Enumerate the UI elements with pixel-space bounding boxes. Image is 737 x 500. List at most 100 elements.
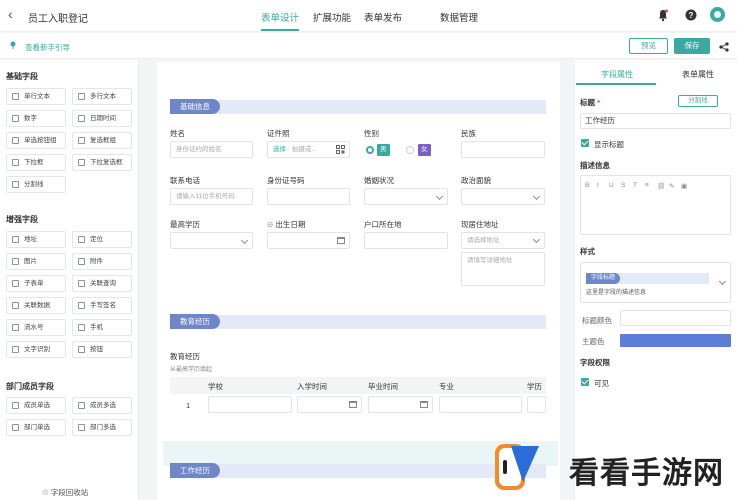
enhanced-field-3[interactable]: 附件 [72,253,132,270]
preview-button[interactable]: 预览 [629,38,668,54]
gender-female-radio[interactable] [406,146,414,154]
title-color-picker[interactable] [620,310,731,326]
section-basic-title[interactable]: 基础信息 [170,99,220,114]
political-select[interactable] [461,188,545,205]
field-label: 文字识别 [24,346,50,353]
bell-icon[interactable] [656,8,670,22]
tab-form-props[interactable]: 表单属性 [682,69,714,80]
enhanced-field-0[interactable]: 地址 [6,231,66,248]
basic-field-5[interactable]: 复选框组 [72,132,132,149]
enhanced-field-4[interactable]: 子表单 [6,275,66,292]
enhanced-field-7[interactable]: 手写签名 [72,297,132,314]
editor-tool-icon[interactable]: T [633,182,637,189]
name-input[interactable]: 身份证约的姓名 [170,141,253,158]
calendar-icon [337,237,345,244]
editor-tool-icon[interactable]: B [585,182,589,189]
idcard-input[interactable] [267,188,350,205]
theme-color-swatch[interactable] [620,334,731,347]
school-input[interactable] [208,396,292,413]
visible-checkbox[interactable] [581,378,589,386]
field-type-icon [78,324,85,331]
edu-select[interactable] [170,232,253,249]
editor-tool-icon[interactable]: ≡ [645,182,649,189]
enhanced-field-6[interactable]: 关联数据 [6,297,66,314]
dept-field-2[interactable]: 部门单选 [6,419,66,436]
col-start: 入学时间 [297,382,327,391]
save-button[interactable]: 保存 [674,38,710,54]
marital-select[interactable] [364,188,448,205]
style-select[interactable]: 字段标题 这里是字段的描述信息 [580,262,731,303]
ethnic-label: 民族 [461,129,476,138]
photo-upload[interactable]: 选择 拍摄或... [267,141,350,158]
style-label: 样式 [580,247,595,256]
guide-link[interactable]: 查看新手引导 [25,42,70,53]
show-title-checkbox[interactable] [581,139,589,147]
section-work-title[interactable]: 工作经历 [170,463,220,478]
title-input[interactable]: 工作经历 [580,113,731,129]
divider-type-button[interactable]: 分割线 [678,95,718,107]
section-edu-title[interactable]: 教育经历 [170,314,220,329]
enhanced-field-9[interactable]: 手机 [72,319,132,336]
basic-field-7[interactable]: 下拉复选框 [72,154,132,171]
end-date-input[interactable] [368,396,433,413]
enhanced-field-8[interactable]: 流水号 [6,319,66,336]
field-type-icon [78,280,85,287]
degree-input[interactable] [527,396,546,413]
recycle-bin-link[interactable]: ♲ 字段回收站 [42,487,88,498]
hukou-input[interactable] [364,232,448,249]
recycle-bin-label: 字段回收站 [50,488,89,497]
tab-form-design[interactable]: 表单设计 [261,10,299,24]
dept-fields-title: 部门成员字段 [6,382,54,391]
tab-extensions[interactable]: 扩展功能 [313,10,351,24]
enhanced-field-1[interactable]: 定位 [72,231,132,248]
tab-publish[interactable]: 表单发布 [364,10,402,24]
editor-tool-icon[interactable]: U [609,182,614,189]
tab-data-management[interactable]: 数据管理 [440,10,478,24]
basic-field-8[interactable]: 分割线 [6,176,66,193]
enhanced-field-2[interactable]: 图片 [6,253,66,270]
ethnic-input[interactable] [461,141,545,158]
editor-tool-icon[interactable]: S [621,182,625,189]
gender-male-radio[interactable] [366,146,374,154]
gender-label: 性别 [364,129,379,138]
field-label: 关联查询 [90,280,116,287]
basic-field-4[interactable]: 单选按钮组 [6,132,66,149]
political-label: 政治面貌 [461,176,491,185]
dept-field-3[interactable]: 部门多选 [72,419,132,436]
address-detail-input[interactable]: 请填写详细地址 [461,252,545,286]
photo-label: 证件照 [267,129,290,138]
basic-field-0[interactable]: 单行文本 [6,88,66,105]
basic-field-6[interactable]: 下拉框 [6,154,66,171]
major-input[interactable] [439,396,522,413]
birth-date-input[interactable] [267,232,350,249]
dept-field-0[interactable]: 成员单选 [6,397,66,414]
user-avatar[interactable] [710,7,725,22]
field-label: 单选按钮组 [24,137,57,144]
field-label: 手机 [90,324,103,331]
editor-tool-icon[interactable]: I [597,182,599,189]
editor-tool-icon[interactable]: ✎ [669,182,674,190]
help-icon[interactable]: ? [684,8,698,22]
qrcode-icon[interactable] [336,145,345,154]
enhanced-field-5[interactable]: 关联查询 [72,275,132,292]
basic-field-2[interactable]: 数字 [6,110,66,127]
active-tab-indicator [261,29,299,31]
start-date-input[interactable] [297,396,362,413]
basic-field-3[interactable]: 日期时间 [72,110,132,127]
basic-field-1[interactable]: 多行文本 [72,88,132,105]
tab-field-props[interactable]: 字段属性 [601,69,633,80]
back-arrow-icon[interactable]: ‹ [8,6,13,22]
editor-tool-icon[interactable]: ⛓ [657,182,665,190]
share-icon[interactable] [719,42,729,52]
photo-select-link[interactable]: 选择 [273,146,286,153]
enhanced-field-11[interactable]: 按钮 [72,341,132,358]
address-select[interactable]: 请选择地址 [461,232,545,249]
phone-label: 联系电话 [170,176,200,185]
enhanced-field-10[interactable]: 文字识别 [6,341,66,358]
editor-tool-icon[interactable]: ▣ [681,182,687,190]
phone-input[interactable]: 请输入11位手机号码 [170,188,253,205]
desc-editor[interactable] [580,175,731,235]
field-type-icon [12,137,19,144]
dept-field-1[interactable]: 成员多选 [72,397,132,414]
field-type-icon [12,324,19,331]
